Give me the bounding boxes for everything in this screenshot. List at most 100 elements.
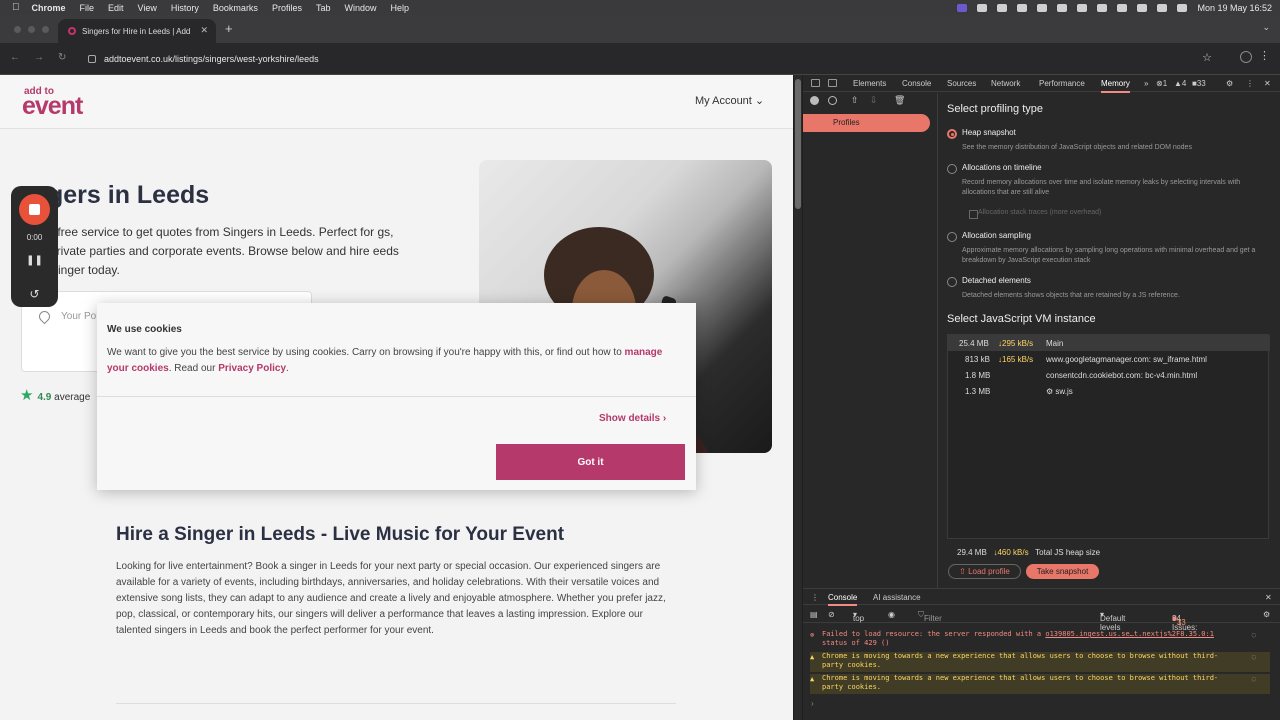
more-tabs-icon[interactable]: » [1144, 79, 1148, 88]
my-account-menu[interactable]: My Account ⌄ [695, 94, 764, 107]
console-warning-message[interactable]: ▲ Chrome is moving towards a new experie… [810, 674, 1270, 694]
vm-row[interactable]: 25.4 MB ↓295 kB/s Main [948, 335, 1270, 351]
control-center-icon[interactable] [1177, 3, 1188, 12]
close-tab-icon[interactable]: ✕ [200, 25, 208, 36]
window-zoom-button[interactable] [42, 26, 49, 33]
load-profile-button[interactable]: ⇧ Load profile [948, 564, 1021, 579]
status-icon[interactable] [977, 3, 988, 12]
screen-recorder-icon[interactable] [957, 3, 968, 12]
radio-detached-elements[interactable] [947, 277, 957, 287]
radio-allocation-sampling[interactable] [947, 232, 957, 242]
tab-search-icon[interactable]: ⌄ [1262, 22, 1270, 33]
close-devtools-icon[interactable]: ✕ [1264, 79, 1271, 88]
clear-icon[interactable] [828, 96, 837, 105]
tab-sources[interactable]: Sources [947, 79, 976, 88]
profile-icon[interactable] [1240, 51, 1252, 63]
privacy-policy-link[interactable]: Privacy Policy [218, 363, 286, 374]
console-prompt[interactable]: › [811, 699, 814, 708]
eye-icon[interactable]: ◉ [888, 610, 895, 619]
log-levels-dropdown[interactable]: Default levels ▾ [1100, 610, 1125, 632]
radio-allocations-timeline[interactable] [947, 164, 957, 174]
vm-row[interactable]: 1.3 MB ⚙ sw.js [948, 383, 1270, 399]
play-icon[interactable] [1077, 3, 1088, 12]
sidebar-toggle-icon[interactable]: ▤ [810, 610, 818, 619]
menu-profiles[interactable]: Profiles [272, 3, 302, 13]
grammarly-icon[interactable] [997, 3, 1008, 12]
close-drawer-icon[interactable]: ✕ [1265, 593, 1272, 602]
wifi-icon[interactable] [1137, 3, 1148, 12]
camera-icon[interactable] [1017, 3, 1028, 12]
error-count[interactable]: ⊗1 [1156, 79, 1167, 88]
notification-icon[interactable] [1037, 3, 1048, 12]
menu-view[interactable]: View [138, 3, 157, 13]
app-icon[interactable] [1057, 3, 1068, 12]
warning-count[interactable]: ▲4 [1174, 79, 1186, 88]
context-selector[interactable]: top ▾ [853, 610, 864, 623]
issue-count[interactable]: ■33 [1192, 79, 1206, 88]
browser-tab[interactable]: Singers for Hire in Leeds | Add ✕ [58, 19, 216, 43]
stop-recording-button[interactable] [19, 194, 50, 225]
address-bar[interactable]: addtoevent.co.uk/listings/singers/west-y… [78, 48, 1222, 70]
radio-heap-snapshot[interactable] [947, 129, 957, 139]
logo[interactable]: event [22, 92, 83, 121]
got-it-button[interactable]: Got it [496, 444, 685, 480]
window-close-button[interactable] [14, 26, 21, 33]
search-icon[interactable] [1157, 3, 1168, 12]
menu-tab[interactable]: Tab [316, 3, 331, 13]
devtools-menu-icon[interactable]: ⋮ [1246, 79, 1254, 88]
upload-icon[interactable]: ⇧ [851, 95, 859, 106]
window-minimize-button[interactable] [28, 26, 35, 33]
console-error-message[interactable]: ⊗ Failed to load resource: the server re… [810, 630, 1270, 650]
menu-chrome[interactable]: Chrome [32, 3, 66, 13]
forward-icon[interactable]: → [34, 52, 44, 63]
new-tab-button[interactable]: + [225, 21, 233, 36]
restart-icon[interactable]: ↺ [11, 287, 58, 301]
vm-row[interactable]: 1.8 MB consentcdn.cookiebot.com: bc-v4.m… [948, 367, 1270, 383]
record-icon[interactable] [810, 96, 819, 105]
ai-explain-icon[interactable]: ◌ [1252, 631, 1256, 640]
tab-network[interactable]: Network [991, 79, 1020, 88]
apple-icon[interactable]:  [12, 2, 20, 13]
drawer-tab-ai-assistance[interactable]: AI assistance [873, 593, 921, 602]
console-warning-message[interactable]: ▲ Chrome is moving towards a new experie… [810, 652, 1270, 672]
battery-icon[interactable] [1117, 3, 1128, 12]
back-icon[interactable]: ← [10, 52, 20, 63]
vm-row[interactable]: 813 kB ↓165 kB/s www.googletagmanager.co… [948, 351, 1270, 367]
drawer-tab-console[interactable]: Console [828, 593, 858, 606]
device-toolbar-icon[interactable] [828, 79, 837, 87]
page-scrollbar[interactable] [794, 75, 802, 720]
ai-explain-icon[interactable]: ◌ [1252, 653, 1256, 662]
moon-icon[interactable] [1097, 3, 1108, 12]
tab-memory[interactable]: Memory [1101, 79, 1130, 93]
take-snapshot-button[interactable]: Take snapshot [1026, 564, 1099, 579]
pause-icon[interactable]: ❚❚ [11, 255, 58, 266]
chrome-menu-icon[interactable]: ⋮ [1259, 49, 1270, 62]
clear-console-icon[interactable]: ⊘ [828, 610, 835, 619]
tab-console[interactable]: Console [902, 79, 931, 88]
drawer-menu-icon[interactable]: ⋮ [811, 593, 819, 602]
scrollbar-thumb[interactable] [795, 79, 801, 209]
tab-elements[interactable]: Elements [853, 79, 886, 88]
inspect-icon[interactable] [811, 79, 820, 87]
profiles-sidebar-item[interactable]: Profiles [803, 114, 930, 132]
menu-bookmarks[interactable]: Bookmarks [213, 3, 258, 13]
error-source-link[interactable]: o139805.ingest.us.se…t.nextjs%2F8.35.0:1 [1045, 630, 1214, 638]
bookmark-star-icon[interactable]: ☆ [1202, 51, 1212, 64]
download-icon[interactable]: ⇩ [870, 95, 878, 106]
settings-icon[interactable]: ⚙ [1226, 79, 1233, 88]
filter-input[interactable]: ⛉ Filter [918, 610, 1093, 623]
reload-icon[interactable]: ↻ [58, 52, 66, 63]
tab-performance[interactable]: Performance [1039, 79, 1085, 88]
clock[interactable]: Mon 19 May 16:52 [1197, 3, 1272, 13]
garbage-collect-icon[interactable]: 🗑 [894, 95, 905, 106]
show-details-button[interactable]: Show details › [599, 413, 666, 424]
menu-file[interactable]: File [80, 3, 95, 13]
menu-window[interactable]: Window [344, 3, 376, 13]
menu-help[interactable]: Help [390, 3, 409, 13]
menu-history[interactable]: History [171, 3, 199, 13]
console-settings-icon[interactable]: ⚙ [1263, 610, 1270, 619]
menu-edit[interactable]: Edit [108, 3, 124, 13]
site-info-icon[interactable] [88, 55, 96, 63]
ai-explain-icon[interactable]: ◌ [1252, 675, 1256, 684]
panel-divider[interactable] [937, 93, 938, 588]
